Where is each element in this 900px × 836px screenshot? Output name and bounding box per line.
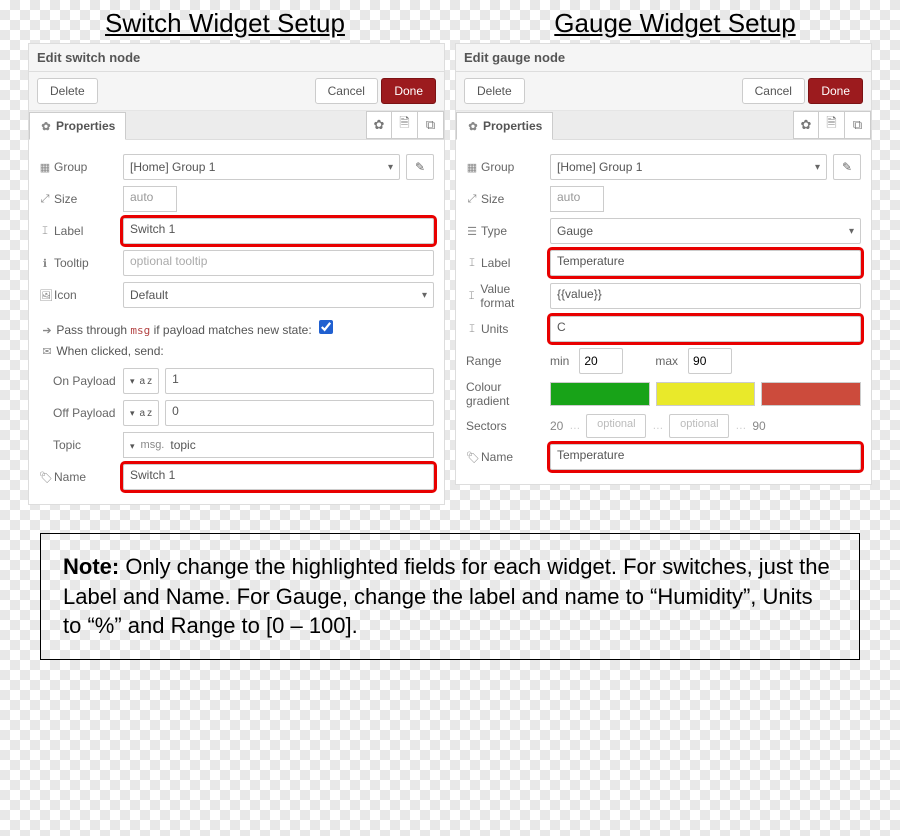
edit-group-button[interactable]: ✎	[833, 154, 861, 180]
sector-opt-2[interactable]: optional	[669, 414, 729, 438]
colour-swatch-1[interactable]	[550, 382, 650, 406]
delete-button[interactable]: Delete	[37, 78, 98, 104]
on-payload-label: On Payload	[39, 374, 117, 388]
value-format-input[interactable]: {{value}}	[550, 283, 861, 309]
colour-swatch-3[interactable]	[761, 382, 861, 406]
info-icon: ℹ	[39, 257, 51, 270]
done-button[interactable]: Done	[381, 78, 436, 104]
name-input[interactable]: Switch 1	[123, 464, 434, 490]
label-input[interactable]: Temperature	[550, 250, 861, 276]
size-button[interactable]: auto	[550, 186, 604, 212]
image-icon: 🖼	[39, 289, 51, 302]
name-input[interactable]: Temperature	[550, 444, 861, 470]
topic-input[interactable]: msg. topic	[123, 432, 434, 458]
colour-label: Colour gradient	[466, 380, 544, 408]
grid-icon: ▦	[466, 161, 478, 174]
expand-icon[interactable]: ⧉	[418, 111, 444, 139]
properties-tab[interactable]: ✿ Properties	[456, 112, 553, 140]
properties-tab[interactable]: ✿ Properties	[29, 112, 126, 140]
topic-label: Topic	[39, 438, 117, 452]
settings-icon[interactable]: ✿	[793, 111, 819, 139]
group-select[interactable]: [Home] Group 1	[123, 154, 400, 180]
group-select[interactable]: [Home] Group 1	[550, 154, 827, 180]
tag-icon: 🏷	[466, 451, 478, 464]
tag-icon: 🏷	[39, 471, 51, 484]
switch-header: Edit switch node	[29, 44, 444, 72]
note-bold: Note:	[63, 554, 119, 579]
size-icon: ⤢	[466, 193, 478, 206]
off-payload-input[interactable]: 0	[165, 400, 434, 426]
range-min-input[interactable]	[579, 348, 623, 374]
text-cursor-icon: 𝙸	[466, 257, 478, 270]
size-button[interactable]: auto	[123, 186, 177, 212]
done-button[interactable]: Done	[808, 78, 863, 104]
expand-icon[interactable]: ⧉	[845, 111, 871, 139]
title-switch: Switch Widget Setup	[0, 8, 450, 39]
sectors-label: Sectors	[466, 419, 544, 433]
grid-icon: ▦	[39, 161, 51, 174]
passthrough-row: ➔ Pass through msg if payload matches ne…	[39, 314, 434, 341]
on-payload-type[interactable]: az	[123, 368, 159, 394]
doc-icon[interactable]: 🗎	[819, 111, 845, 139]
gear-icon: ✿	[40, 120, 52, 133]
edit-group-button[interactable]: ✎	[406, 154, 434, 180]
range-label: Range	[466, 354, 544, 368]
envelope-icon: ✉	[41, 345, 53, 358]
text-cursor-icon: 𝙸	[466, 323, 478, 336]
arrow-right-icon: ➔	[41, 324, 53, 337]
size-icon: ⤢	[39, 193, 51, 206]
off-payload-type[interactable]: az	[123, 400, 159, 426]
delete-button[interactable]: Delete	[464, 78, 525, 104]
off-payload-label: Off Payload	[39, 406, 117, 420]
doc-icon[interactable]: 🗎	[392, 111, 418, 139]
cancel-button[interactable]: Cancel	[742, 78, 805, 104]
note-box: Note: Only change the highlighted fields…	[40, 533, 860, 660]
label-input[interactable]: Switch 1	[123, 218, 434, 244]
range-max-input[interactable]	[688, 348, 732, 374]
gauge-header: Edit gauge node	[456, 44, 871, 72]
icon-select[interactable]: Default	[123, 282, 434, 308]
switch-panel: Edit switch node Delete Cancel Done ✿ Pr…	[28, 43, 445, 505]
note-text: Only change the highlighted fields for e…	[63, 554, 830, 638]
text-cursor-icon: 𝙸	[466, 290, 477, 303]
gear-icon: ✿	[467, 120, 479, 133]
title-gauge: Gauge Widget Setup	[450, 8, 900, 39]
colour-swatch-2[interactable]	[656, 382, 756, 406]
when-clicked-label: ✉ When clicked, send:	[39, 341, 434, 362]
gauge-panel: Edit gauge node Delete Cancel Done ✿ Pro…	[455, 43, 872, 485]
text-cursor-icon: 𝙸	[39, 225, 51, 238]
units-input[interactable]: C	[550, 316, 861, 342]
settings-icon[interactable]: ✿	[366, 111, 392, 139]
sector-opt-1[interactable]: optional	[586, 414, 646, 438]
on-payload-input[interactable]: 1	[165, 368, 434, 394]
list-icon: ☰	[466, 225, 478, 238]
passthrough-checkbox[interactable]	[319, 320, 333, 334]
type-select[interactable]: Gauge	[550, 218, 861, 244]
cancel-button[interactable]: Cancel	[315, 78, 378, 104]
tooltip-input[interactable]: optional tooltip	[123, 250, 434, 276]
